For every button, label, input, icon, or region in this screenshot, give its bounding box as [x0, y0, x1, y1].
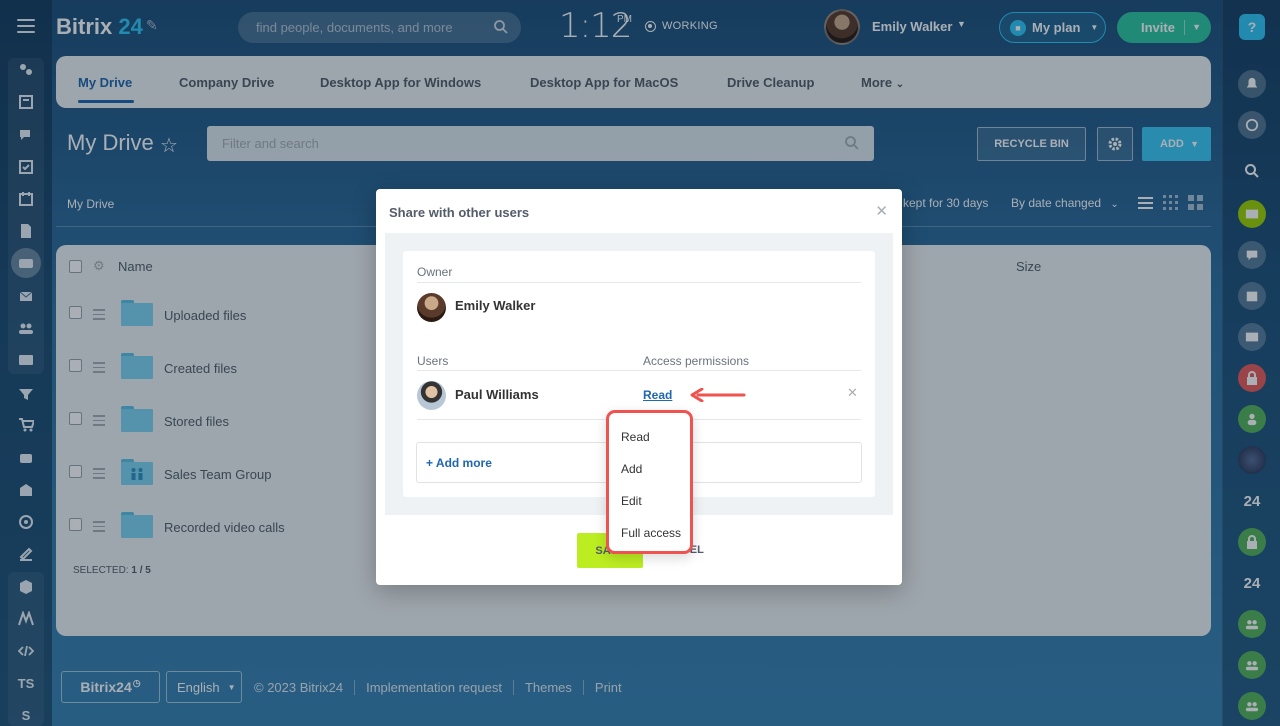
owner-label: Owner: [417, 265, 453, 279]
option-edit[interactable]: Edit: [621, 494, 642, 508]
remove-user-icon[interactable]: ✕: [847, 385, 858, 401]
option-full-access[interactable]: Full access: [621, 526, 681, 540]
option-add[interactable]: Add: [621, 462, 642, 476]
close-icon[interactable]: ✕: [875, 202, 888, 220]
permission-dropdown: Read Add Edit Full access: [606, 410, 693, 554]
option-read[interactable]: Read: [621, 430, 650, 444]
owner-name: Emily Walker: [455, 298, 536, 313]
divider: [417, 370, 861, 371]
arrow-annotation-icon: [690, 388, 746, 402]
access-permissions-label: Access permissions: [643, 354, 750, 368]
user-name: Paul Williams: [455, 387, 539, 402]
permission-select[interactable]: Read: [643, 388, 672, 402]
users-label: Users: [417, 354, 449, 368]
dialog-title: Share with other users: [389, 205, 530, 220]
divider: [417, 282, 861, 283]
avatar: [417, 381, 446, 410]
avatar: [417, 293, 446, 322]
